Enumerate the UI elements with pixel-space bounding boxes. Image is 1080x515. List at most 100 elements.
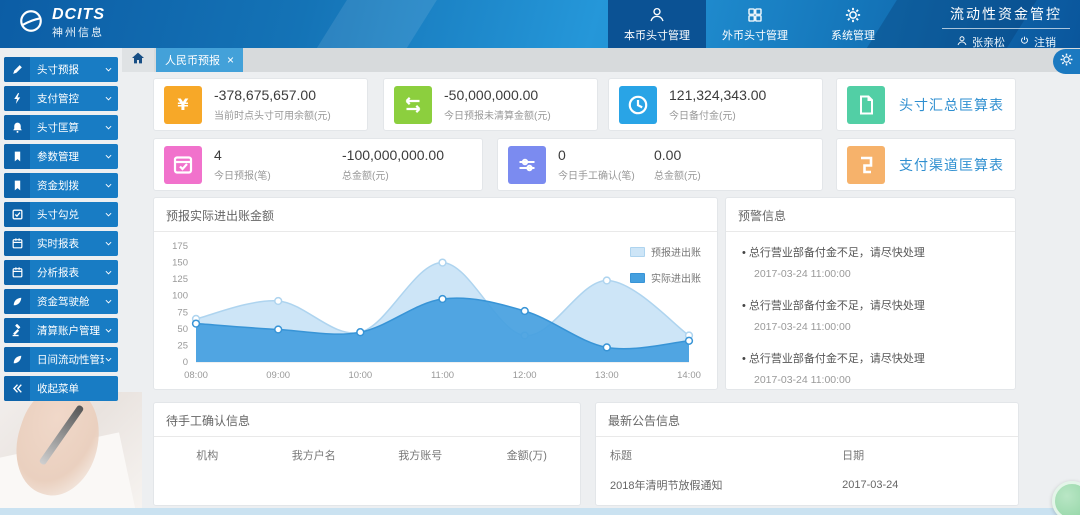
- clock-icon: [626, 93, 650, 117]
- alert-text: 总行营业部备付金不足，请尽快处理: [742, 244, 1001, 260]
- sidebar-icon-box: [4, 318, 30, 343]
- calendar-icon: [11, 266, 24, 279]
- chevron-down-icon: [104, 206, 113, 224]
- chevron-down-icon: [104, 264, 113, 282]
- user-icon: [956, 35, 968, 49]
- y-tick-label: 50: [177, 324, 188, 335]
- chevron-down-icon: [104, 123, 113, 132]
- legend-item-1[interactable]: 实际进出账: [630, 270, 701, 285]
- x-tick-label: 13:00: [595, 370, 619, 381]
- legend-item-0[interactable]: 预报进出账: [630, 244, 701, 259]
- notice-panel: 最新公告信息 标题日期 2018年清明节放假通知2017-03-24: [595, 402, 1019, 506]
- sidebar-item-10[interactable]: 日间流动性管理: [4, 347, 118, 372]
- sidebar-item-label: 参数管理: [30, 149, 104, 164]
- chevron-down-icon: [104, 148, 113, 166]
- data-point: [439, 259, 446, 266]
- forecast-count: 4: [214, 147, 332, 163]
- column-header: 我方户名: [261, 437, 368, 469]
- home-button[interactable]: [122, 48, 154, 72]
- legend-label: 实际进出账: [651, 270, 701, 285]
- sidebar-item-0[interactable]: 头寸预报: [4, 57, 118, 82]
- chevron-down-icon: [104, 326, 113, 335]
- tab-close-icon[interactable]: ×: [227, 54, 234, 66]
- table-cell: 2017-03-24: [828, 469, 1018, 501]
- sidebar-icon-box: [4, 115, 30, 140]
- alert-panel: 预警信息 总行营业部备付金不足，请尽快处理2017-03-24 11:00:00…: [725, 197, 1016, 390]
- data-point: [603, 344, 610, 351]
- unsettled-value: -50,000,000.00: [444, 87, 551, 103]
- channel-report-label: 支付渠道匡算表: [899, 155, 1004, 175]
- notice-panel-title: 最新公告信息: [596, 403, 1018, 437]
- nav-item-0[interactable]: 本币头寸管理: [608, 0, 706, 48]
- table-cell: 2018年清明节放假通知: [596, 469, 828, 501]
- system-title: 流动性资金管控: [942, 4, 1070, 29]
- sidebar-item-6[interactable]: 实时报表: [4, 231, 118, 256]
- tab-label: 人民币预报: [165, 52, 220, 68]
- chevron-down-icon: [104, 268, 113, 277]
- column-header: 日期: [828, 437, 1018, 469]
- power-icon: [1019, 35, 1030, 46]
- manual-panel-title: 待手工确认信息: [154, 403, 580, 437]
- sidebar-item-4[interactable]: 资金划拨: [4, 173, 118, 198]
- pencil-icon: [11, 63, 24, 76]
- x-tick-label: 14:00: [677, 370, 701, 381]
- gear-icon: [1059, 52, 1074, 72]
- y-tick-label: 125: [172, 274, 188, 285]
- floating-badge-button[interactable]: [1052, 481, 1080, 515]
- card-forecast: 4 今日预报(笔) -100,000,000.00 总金额(元): [153, 138, 483, 191]
- sidebar-item-3[interactable]: 参数管理: [4, 144, 118, 169]
- tab-rmb-forecast[interactable]: 人民币预报 ×: [156, 48, 243, 72]
- home-icon: [130, 50, 146, 71]
- nav-item-1[interactable]: 外币头寸管理: [706, 0, 804, 48]
- sidebar-item-7[interactable]: 分析报表: [4, 260, 118, 285]
- confirm-count-label: 今日手工确认(笔): [558, 167, 644, 182]
- legend-label: 预报进出账: [651, 244, 701, 259]
- maze-icon: [847, 146, 885, 184]
- chevron-down-icon: [104, 322, 113, 340]
- channel-report-link[interactable]: 支付渠道匡算表: [836, 138, 1016, 191]
- user-menu[interactable]: 张亲松: [956, 34, 1005, 48]
- sidebar-item-label: 清算账户管理: [30, 323, 104, 338]
- sidebar-item-2[interactable]: 头寸匡算: [4, 115, 118, 140]
- alert-text: 总行营业部备付金不足，请尽快处理: [742, 350, 1001, 366]
- logout-button[interactable]: 注销: [1019, 34, 1056, 48]
- bookmark-icon: [11, 179, 24, 192]
- summary-report-link[interactable]: 头寸汇总匡算表: [836, 78, 1016, 131]
- home-icon: [130, 50, 146, 66]
- card-unsettled: -50,000,000.00 今日预报未清算金额(元): [383, 78, 598, 131]
- chevron-down-icon: [104, 239, 113, 248]
- sidebar-item-8[interactable]: 资金驾驶舱: [4, 289, 118, 314]
- y-tick-label: 100: [172, 291, 188, 302]
- x-tick-label: 08:00: [184, 370, 208, 381]
- settings-gear-button[interactable]: [1053, 49, 1080, 74]
- summary-report-label: 头寸汇总匡算表: [899, 95, 1004, 115]
- y-tick-label: 25: [177, 340, 188, 351]
- sidebar-item-collapse[interactable]: 收起菜单: [4, 376, 118, 401]
- x-tick-label: 10:00: [348, 370, 372, 381]
- sidebar-item-label: 收起菜单: [30, 381, 118, 396]
- document-icon: [854, 93, 878, 117]
- sidebar-item-9[interactable]: 清算账户管理: [4, 318, 118, 343]
- alert-item-2: 总行营业部备付金不足，请尽快处理2017-03-24 11:00:00: [742, 350, 1001, 386]
- data-point: [603, 277, 610, 284]
- gavel-icon: [11, 324, 24, 337]
- sidebar-item-label: 日间流动性管理: [30, 352, 104, 367]
- document-icon: [847, 86, 885, 124]
- sidebar-item-5[interactable]: 头寸勾兑: [4, 202, 118, 227]
- balance-label: 当前时点头寸可用余额(元): [214, 107, 331, 122]
- manual-confirm-panel: 待手工确认信息 机构我方户名我方账号金额(万): [153, 402, 581, 506]
- table-row[interactable]: 2018年清明节放假通知2017-03-24: [596, 469, 1018, 501]
- double-chevron-left-icon: [11, 382, 24, 395]
- nav-item-2[interactable]: 系统管理: [804, 0, 902, 48]
- chart-title: 预报实际进出账金额: [154, 198, 717, 232]
- confirm-amount: 0.00: [654, 147, 701, 163]
- svg-text:¥: ¥: [177, 95, 188, 114]
- sidebar-item-label: 支付管控: [30, 91, 104, 106]
- sidebar-item-1[interactable]: 支付管控: [4, 86, 118, 111]
- header-streak: [308, 0, 442, 48]
- bottom-strip: [0, 508, 1080, 515]
- leaf-icon: [11, 295, 24, 308]
- dcits-swirl-icon: [18, 8, 44, 34]
- reserve-value: 121,324,343.00: [669, 87, 766, 103]
- person-icon: [956, 35, 968, 47]
